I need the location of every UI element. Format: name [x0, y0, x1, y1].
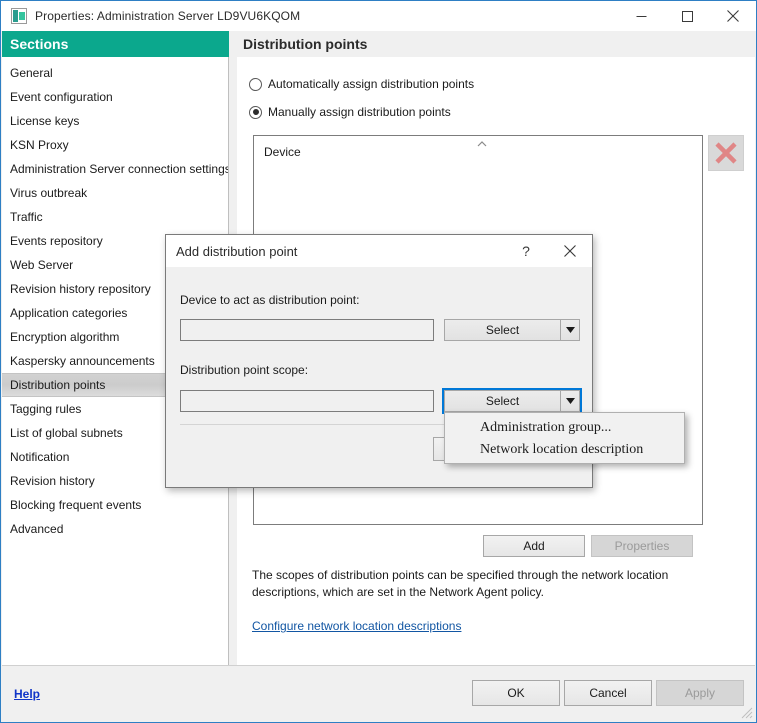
dialog-title: Add distribution point — [176, 244, 297, 259]
radio-manually-assign[interactable]: Manually assign distribution points — [249, 105, 451, 119]
properties-window: Properties: Administration Server LD9VU6… — [0, 0, 757, 723]
radio-indicator-manual — [249, 106, 262, 119]
sidebar-item-traffic[interactable]: Traffic — [2, 205, 228, 229]
dialog-title-buttons: ? — [504, 235, 592, 267]
select-dropdown-menu: Administration group... Network location… — [444, 412, 685, 464]
sidebar-item-blocking-frequent-events[interactable]: Blocking frequent events — [2, 493, 228, 517]
ok-button[interactable]: OK — [472, 680, 560, 706]
add-button[interactable]: Add — [483, 535, 585, 557]
dialog-titlebar: Add distribution point ? — [166, 235, 592, 267]
device-field-label: Device to act as distribution point: — [180, 293, 359, 307]
device-select-splitbutton[interactable]: Select — [444, 319, 580, 341]
scope-select-splitbutton[interactable]: Select — [444, 390, 580, 412]
window-title: Properties: Administration Server LD9VU6… — [35, 9, 300, 23]
scope-field-label: Distribution point scope: — [180, 363, 308, 377]
minimize-icon[interactable] — [618, 1, 664, 31]
menu-item-network-location-description[interactable]: Network location description — [445, 439, 684, 461]
page-title: Distribution points — [237, 31, 755, 57]
close-icon[interactable] — [710, 1, 756, 31]
app-icon — [11, 8, 27, 24]
cancel-button[interactable]: Cancel — [564, 680, 652, 706]
radio-automatically-assign[interactable]: Automatically assign distribution points — [249, 77, 474, 91]
device-input[interactable] — [180, 319, 434, 341]
configure-network-location-descriptions-link[interactable]: Configure network location descriptions — [252, 619, 461, 633]
sort-ascending-icon — [476, 140, 488, 148]
sidebar-item-ksn-proxy[interactable]: KSN Proxy — [2, 133, 228, 157]
device-select-button[interactable]: Select — [444, 319, 560, 341]
sidebar-item-general[interactable]: General — [2, 61, 228, 85]
dialog-close-icon[interactable] — [548, 235, 592, 267]
radio-indicator-auto — [249, 78, 262, 91]
menu-item-administration-group[interactable]: Administration group... — [445, 417, 684, 439]
delete-button[interactable] — [708, 135, 744, 171]
window-titlebar: Properties: Administration Server LD9VU6… — [1, 1, 756, 31]
delete-x-icon — [713, 140, 739, 166]
scope-input[interactable] — [180, 390, 434, 412]
radio-label-manual: Manually assign distribution points — [268, 105, 451, 119]
sections-header: Sections — [2, 31, 229, 57]
device-select-chevron-down-icon[interactable] — [560, 319, 580, 341]
scope-select-button[interactable]: Select — [444, 390, 560, 412]
sidebar-item-admin-server-connection-settings[interactable]: Administration Server connection setting… — [2, 157, 228, 181]
sidebar-item-virus-outbreak[interactable]: Virus outbreak — [2, 181, 228, 205]
maximize-icon[interactable] — [664, 1, 710, 31]
sidebar-item-event-configuration[interactable]: Event configuration — [2, 85, 228, 109]
scope-note-text: The scopes of distribution points can be… — [252, 567, 728, 601]
column-header-device[interactable]: Device — [264, 145, 301, 159]
scope-select-chevron-down-icon[interactable] — [560, 390, 580, 412]
resize-grip-icon[interactable] — [741, 707, 753, 719]
window-controls — [618, 1, 756, 31]
properties-button[interactable]: Properties — [591, 535, 693, 557]
apply-button[interactable]: Apply — [656, 680, 744, 706]
sidebar-item-advanced[interactable]: Advanced — [2, 517, 228, 541]
sidebar-item-license-keys[interactable]: License keys — [2, 109, 228, 133]
help-question-icon[interactable]: ? — [504, 235, 548, 267]
help-link[interactable]: Help — [14, 687, 40, 701]
radio-label-auto: Automatically assign distribution points — [268, 77, 474, 91]
window-footer: Help OK Cancel Apply — [2, 665, 755, 721]
